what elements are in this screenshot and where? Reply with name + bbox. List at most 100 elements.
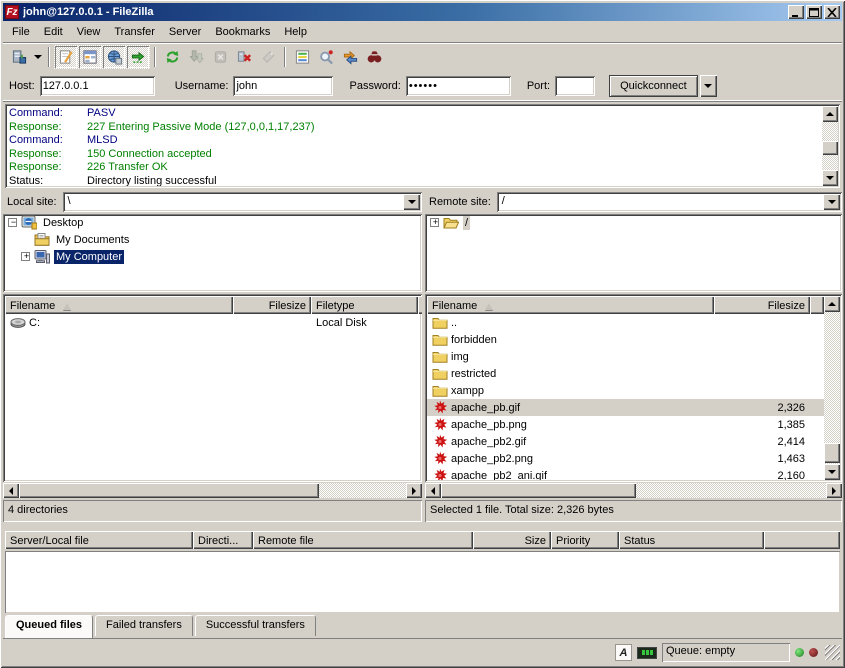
reconnect-button[interactable] — [256, 45, 280, 69]
log-line-label: Response: — [9, 121, 87, 135]
sync-browse-button[interactable] — [362, 45, 386, 69]
menu-view[interactable]: View — [70, 24, 108, 40]
scroll-up-icon[interactable] — [822, 106, 838, 122]
remote-file-row-[interactable]: .. — [427, 314, 824, 331]
scroll-left-icon[interactable] — [3, 483, 19, 498]
local-column-l[interactable]: L — [418, 296, 422, 314]
queue-column-server-local-file[interactable]: Server/Local file — [5, 531, 193, 549]
local-column-filesize[interactable]: Filesize — [233, 296, 311, 314]
remote-vscroll-thumb[interactable] — [824, 443, 840, 463]
status-bar: A Queue: empty — [3, 640, 842, 665]
local-site-dropdown[interactable] — [403, 194, 420, 210]
remote-file-row-apache-pb2-png[interactable]: apache_pb2.png1,463 — [427, 450, 824, 467]
remote-file-row-img[interactable]: img — [427, 348, 824, 365]
remote-file-row-apache-pb2-gif[interactable]: apache_pb2.gif2,414 — [427, 433, 824, 450]
close-button[interactable] — [824, 5, 840, 19]
local-column-filename[interactable]: Filename — [5, 296, 233, 314]
local-site-combo[interactable]: \ — [63, 192, 422, 212]
find-button[interactable] — [314, 45, 338, 69]
cancel-icon — [212, 49, 229, 65]
refresh-button[interactable] — [160, 45, 184, 69]
cancel-operation-button[interactable] — [208, 45, 232, 69]
local-tree-item-my-documents[interactable]: My Documents — [3, 231, 422, 248]
documents-icon — [34, 232, 50, 247]
toggle-queue-button[interactable] — [126, 45, 150, 69]
remote-file-row-apache-pb-gif[interactable]: apache_pb.gif2,326 — [427, 399, 824, 416]
queue-column-status[interactable]: Status — [619, 531, 764, 549]
toggle-log-button[interactable] — [54, 45, 78, 69]
port-input[interactable] — [555, 76, 595, 96]
remote-vscroll-track[interactable] — [824, 312, 840, 464]
queue-body[interactable] — [5, 551, 840, 613]
scroll-up-icon[interactable] — [824, 296, 840, 312]
log-scrollbar[interactable] — [822, 106, 838, 186]
remote-column-filename[interactable]: Filename — [427, 296, 714, 314]
quickconnect-dropdown[interactable] — [700, 75, 717, 97]
local-tree-item-my-computer[interactable]: My Computer — [3, 248, 422, 265]
toggle-remote-tree-button[interactable] — [102, 45, 126, 69]
remote-list-header: FilenameFilesize — [427, 296, 824, 314]
resize-grip[interactable] — [825, 645, 840, 660]
remote-site-combo[interactable]: / — [497, 192, 842, 212]
quickconnect-button[interactable]: Quickconnect — [609, 75, 698, 97]
menu-file[interactable]: File — [5, 24, 37, 40]
password-input[interactable] — [406, 76, 511, 96]
queue-column-size[interactable]: Size — [473, 531, 551, 549]
tab-failed-transfers[interactable]: Failed transfers — [95, 615, 193, 636]
local-column-filetype[interactable]: Filetype — [311, 296, 418, 314]
disconnect-button[interactable] — [232, 45, 256, 69]
menu-help[interactable]: Help — [277, 24, 314, 40]
local-hscroll-thumb[interactable] — [19, 483, 319, 498]
collapse-icon[interactable] — [8, 218, 17, 227]
scroll-right-icon[interactable] — [826, 483, 842, 498]
compare-button[interactable] — [338, 45, 362, 69]
maximize-button[interactable] — [806, 5, 822, 19]
port-label: Port: — [527, 80, 550, 92]
log-scroll-thumb[interactable] — [822, 141, 838, 155]
expand-icon[interactable] — [21, 252, 30, 261]
minimize-button[interactable] — [788, 5, 804, 19]
queue-column-remote-file[interactable]: Remote file — [253, 531, 473, 549]
expand-icon[interactable] — [430, 218, 439, 227]
local-list-rows: C:Local Disk — [5, 314, 420, 480]
remote-file-row-forbidden[interactable]: forbidden — [427, 331, 824, 348]
tab-successful-transfers[interactable]: Successful transfers — [195, 615, 316, 636]
scroll-right-icon[interactable] — [406, 483, 422, 498]
toolbar-separator — [284, 47, 286, 67]
site-manager-button-dropdown[interactable] — [31, 45, 44, 69]
menu-server[interactable]: Server — [162, 24, 208, 40]
remote-vscrollbar[interactable] — [824, 296, 840, 480]
local-pane: Local site: \ DesktopMy DocumentsMy Comp… — [3, 190, 422, 523]
menu-bookmarks[interactable]: Bookmarks — [208, 24, 277, 40]
scroll-left-icon[interactable] — [425, 483, 441, 498]
remote-column-filesize[interactable]: Filesize — [714, 296, 810, 314]
local-file-row-c[interactable]: C:Local Disk — [5, 314, 420, 331]
scroll-down-icon[interactable] — [824, 464, 840, 480]
filter-button[interactable] — [290, 45, 314, 69]
remote-site-dropdown[interactable] — [823, 194, 840, 210]
file-size-cell: 1,385 — [714, 419, 810, 431]
remote-file-row-apache-pb-png[interactable]: apache_pb.png1,385 — [427, 416, 824, 433]
scroll-down-icon[interactable] — [822, 170, 838, 186]
remote-tree-item-[interactable]: / — [425, 214, 842, 231]
local-tree-item-desktop[interactable]: Desktop — [3, 214, 422, 231]
remote-list-rows: ..forbiddenimgrestrictedxamppapache_pb.g… — [427, 314, 824, 480]
queue-column-priority[interactable]: Priority — [551, 531, 619, 549]
remote-hscrollbar[interactable] — [425, 483, 842, 498]
remote-file-row-restricted[interactable]: restricted — [427, 365, 824, 382]
toggle-local-tree-button[interactable] — [78, 45, 102, 69]
folder-icon — [432, 383, 448, 398]
process-queue-button[interactable] — [184, 45, 208, 69]
remote-hscroll-thumb[interactable] — [441, 483, 636, 498]
remote-file-row-apache-pb2-ani-gif[interactable]: apache_pb2_ani.gif2,160 — [427, 467, 824, 480]
menu-edit[interactable]: Edit — [37, 24, 70, 40]
menu-transfer[interactable]: Transfer — [107, 24, 162, 40]
queue-column-directi[interactable]: Directi... — [193, 531, 253, 549]
remote-file-row-xampp[interactable]: xampp — [427, 382, 824, 399]
tab-queued-files[interactable]: Queued files — [5, 615, 93, 638]
local-hscrollbar[interactable] — [3, 483, 422, 498]
host-input[interactable] — [40, 76, 155, 96]
file-name-cell: apache_pb2_ani.gif — [427, 468, 714, 480]
site-manager-button[interactable] — [7, 45, 31, 69]
username-input[interactable] — [233, 76, 333, 96]
